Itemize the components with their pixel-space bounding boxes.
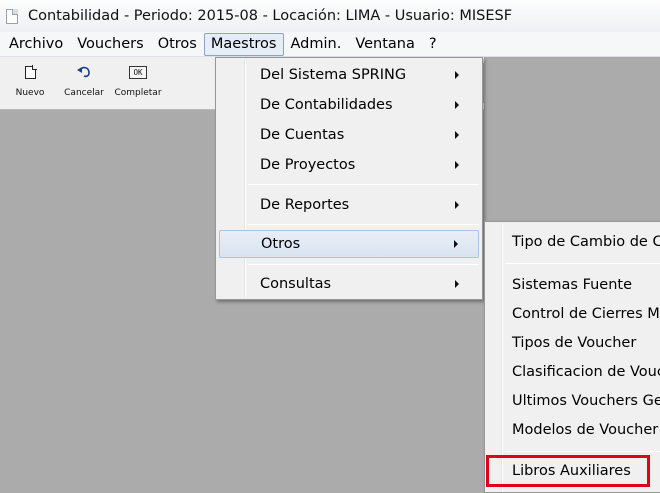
submenu-item-modelos-de-voucher[interactable]: Modelos de Voucher [488, 416, 660, 444]
menu-item-label: Otros [261, 236, 301, 252]
menu-item-de-reportes[interactable]: De Reportes [219, 191, 479, 219]
submenu-arrow-icon [455, 280, 459, 288]
submenu-arrow-icon [455, 71, 459, 79]
menu-item-label: Consultas [260, 276, 332, 292]
new-button[interactable]: Nuevo [4, 63, 56, 98]
submenu-arrow-icon [455, 201, 459, 209]
menu-separator [248, 264, 479, 265]
new-document-icon [24, 63, 37, 81]
menu-item-otros[interactable]: Otros [219, 230, 479, 258]
ok-icon: OK [129, 63, 147, 81]
title-bar: Contabilidad - Periodo: 2015-08 - Locaci… [0, 0, 660, 32]
complete-button[interactable]: OK Completar [112, 63, 164, 98]
maestros-dropdown-menu: Del Sistema SPRING De Contabilidades De … [215, 57, 483, 300]
menu-item-de-proyectos[interactable]: De Proyectos [219, 151, 479, 179]
menu-item-consultas[interactable]: Consultas [219, 270, 479, 298]
submenu-arrow-icon [454, 240, 458, 248]
menu-maestros[interactable]: Maestros [203, 32, 284, 56]
complete-button-label: Completar [114, 88, 162, 98]
cancel-button-label: Cancelar [64, 88, 104, 98]
submenu-item-clasificacion-de-voucher[interactable]: Clasificacion de Vouc [488, 358, 660, 386]
menu-item-label: De Proyectos [260, 157, 356, 173]
submenu-item-ultimos-vouchers[interactable]: Ultimos Vouchers Ge [488, 387, 660, 415]
submenu-item-tipo-de-cambio[interactable]: Tipo de Cambio de C [488, 228, 660, 256]
undo-icon [76, 63, 92, 81]
menu-item-label: Del Sistema SPRING [260, 67, 407, 83]
menu-archivo[interactable]: Archivo [2, 33, 70, 56]
menu-separator [248, 224, 479, 225]
submenu-item-sistemas-fuente[interactable]: Sistemas Fuente [488, 271, 660, 299]
menu-item-de-cuentas[interactable]: De Cuentas [219, 121, 479, 149]
menu-item-label: De Reportes [260, 197, 350, 213]
submenu-item-control-de-cierres[interactable]: Control de Cierres Me [488, 300, 660, 328]
menu-separator [505, 451, 660, 452]
submenu-arrow-icon [455, 101, 459, 109]
menu-item-de-contabilidades[interactable]: De Contabilidades [219, 91, 479, 119]
menu-otros[interactable]: Otros [151, 33, 204, 56]
window-title: Contabilidad - Periodo: 2015-08 - Locaci… [28, 8, 513, 24]
menu-item-del-sistema-spring[interactable]: Del Sistema SPRING [219, 61, 479, 89]
menu-bar: Archivo Vouchers Otros Maestros Admin. V… [0, 32, 660, 57]
menu-separator [505, 263, 660, 264]
application-window: Contabilidad - Periodo: 2015-08 - Locaci… [0, 0, 660, 493]
menu-admin[interactable]: Admin. [284, 33, 349, 56]
menu-ventana[interactable]: Ventana [348, 33, 422, 56]
submenu-item-libros-auxiliares[interactable]: Libros Auxiliares [486, 455, 650, 487]
new-button-label: Nuevo [15, 88, 45, 98]
submenu-arrow-icon [455, 131, 459, 139]
menu-item-label: De Cuentas [260, 127, 345, 143]
menu-vouchers[interactable]: Vouchers [70, 33, 150, 56]
menu-separator [248, 184, 479, 185]
app-icon [6, 8, 18, 24]
otros-submenu: Tipo de Cambio de C Sistemas Fuente Cont… [484, 221, 660, 493]
submenu-arrow-icon [455, 161, 459, 169]
menu-help[interactable]: ? [422, 33, 444, 56]
submenu-item-tipos-de-voucher[interactable]: Tipos de Voucher [488, 329, 660, 357]
cancel-button[interactable]: Cancelar [58, 63, 110, 98]
menu-item-label: De Contabilidades [260, 97, 393, 113]
